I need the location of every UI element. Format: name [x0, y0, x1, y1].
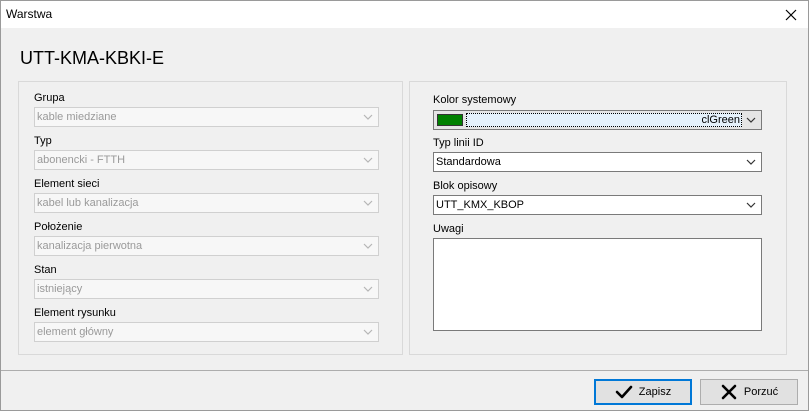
close-button[interactable] [774, 1, 808, 28]
location-combo: kanalizacja pierwotna [34, 236, 379, 256]
group-value: kable miedziane [37, 111, 117, 123]
drawing-element-combo: element główny [34, 322, 379, 342]
type-value: abonencki - FTTH [37, 154, 126, 166]
network-element-label: Element sieci [34, 178, 100, 190]
location-value: kanalizacja pierwotna [37, 240, 143, 252]
description-block-value: UTT_KMX_KBOP [436, 199, 525, 211]
network-element-combo: kabel lub kanalizacja [34, 193, 379, 213]
state-combo: istniejący [34, 279, 379, 299]
cancel-button[interactable]: Porzuć [700, 379, 798, 405]
save-button[interactable]: Zapisz [594, 379, 692, 405]
color-swatch [437, 114, 463, 126]
system-color-combo[interactable]: clGreen [433, 110, 762, 130]
line-type-combo[interactable]: Standardowa [433, 152, 762, 172]
location-label: Położenie [34, 221, 83, 233]
group-label: Grupa [34, 92, 65, 104]
description-block-label: Blok opisowy [433, 180, 498, 192]
save-button-label: Zapisz [638, 386, 672, 398]
close-icon [785, 9, 797, 20]
chevron-down-icon [746, 202, 756, 208]
dialog-footer: Zapisz Porzuć [1, 370, 808, 410]
type-combo: abonencki - FTTH [34, 150, 379, 170]
notes-label: Uwagi [433, 223, 464, 235]
state-label: Stan [34, 264, 57, 276]
system-color-value: clGreen [701, 114, 740, 126]
chevron-down-icon [363, 200, 373, 206]
dialog-content: UTT-KMA-KBKI-E Grupa kable miedziane Typ… [1, 28, 808, 370]
chevron-down-icon [363, 157, 373, 163]
layer-name-heading: UTT-KMA-KBKI-E [20, 48, 165, 68]
checkmark-icon [615, 385, 633, 399]
group-combo: kable miedziane [34, 107, 379, 127]
cancel-button-label: Porzuć [743, 386, 779, 398]
window-title: Warstwa [6, 7, 53, 21]
chevron-down-icon [363, 329, 373, 335]
x-icon [721, 384, 737, 400]
type-label: Typ [34, 135, 52, 147]
drawing-element-value: element główny [37, 326, 114, 338]
chevron-down-icon [363, 286, 373, 292]
state-value: istniejący [37, 283, 83, 295]
dialog-window: Warstwa UTT-KMA-KBKI-E Grupa kable miedz… [0, 0, 809, 411]
description-block-combo[interactable]: UTT_KMX_KBOP [433, 195, 762, 215]
network-element-value: kabel lub kanalizacja [37, 197, 139, 209]
chevron-down-icon [746, 117, 756, 123]
system-color-label: Kolor systemowy [433, 94, 517, 106]
line-type-label: Typ linii ID [433, 137, 484, 149]
drawing-element-label: Element rysunku [34, 307, 116, 319]
chevron-down-icon [363, 243, 373, 249]
chevron-down-icon [746, 159, 756, 165]
title-bar: Warstwa [1, 1, 808, 28]
display-properties-panel: Kolor systemowy clGreen Typ linii ID Sta… [409, 81, 787, 355]
line-type-value: Standardowa [436, 156, 501, 168]
layer-properties-panel: Grupa kable miedziane Typ abonencki - FT… [18, 81, 403, 355]
chevron-down-icon [363, 114, 373, 120]
notes-textarea[interactable] [433, 238, 762, 331]
